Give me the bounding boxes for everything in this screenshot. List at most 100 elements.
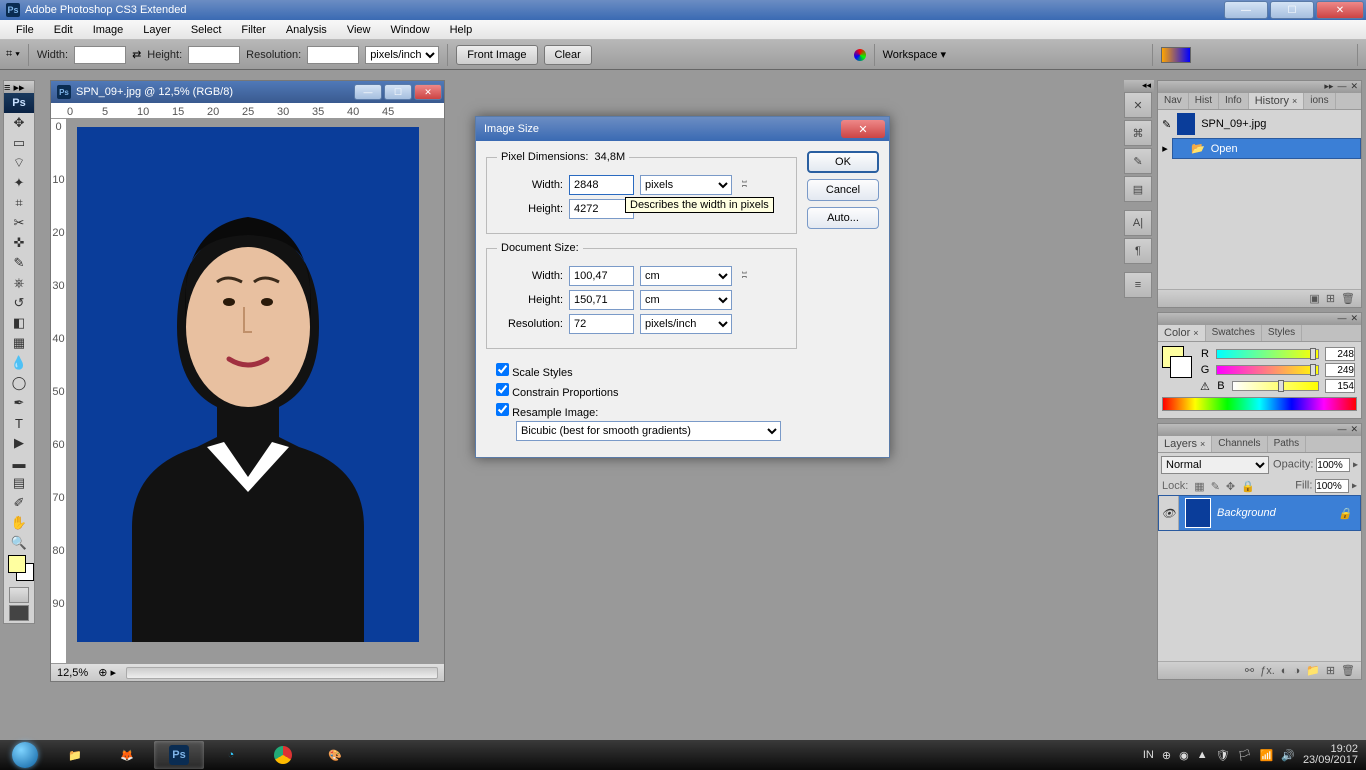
new-snapshot-icon[interactable]: ▣ — [1309, 292, 1319, 305]
lock-position-icon[interactable]: ✥ — [1226, 480, 1235, 493]
resolution-unit[interactable]: pixels/inch — [640, 314, 732, 334]
dock-button[interactable]: ≡ — [1124, 272, 1152, 298]
task-paint[interactable]: 🎨 — [310, 741, 360, 769]
resample-method-select[interactable]: Bicubic (best for smooth gradients) — [516, 421, 781, 441]
menu-filter[interactable]: Filter — [231, 22, 275, 38]
dialog-title-bar[interactable]: Image Size ✕ — [476, 117, 889, 141]
quickmask-button[interactable] — [9, 587, 29, 603]
mask-icon[interactable]: ◐ — [1281, 665, 1288, 677]
new-doc-icon[interactable]: ⊞ — [1326, 292, 1335, 305]
bridge-icon[interactable] — [854, 49, 866, 61]
px-width-input[interactable] — [569, 175, 634, 195]
menu-file[interactable]: File — [6, 22, 44, 38]
tab-styles[interactable]: Styles — [1262, 325, 1302, 341]
stamp-tool[interactable]: ⎈ — [4, 273, 34, 293]
tab-layers[interactable]: Layers× — [1158, 436, 1212, 452]
layer-background[interactable]: 👁 Background 🔒 — [1158, 495, 1361, 531]
vertical-ruler[interactable]: 0102030405060708090 — [51, 119, 67, 663]
new-layer-icon[interactable]: ⊞ — [1326, 664, 1335, 677]
opt-height-input[interactable] — [188, 46, 240, 64]
type-tool[interactable]: T — [4, 413, 34, 433]
palette-grip[interactable]: ≡ ▸▸ — [4, 81, 34, 93]
dock-button[interactable]: ✎ — [1124, 148, 1152, 174]
doc-width-unit[interactable]: cm — [640, 266, 732, 286]
dock-button[interactable]: ⌘ — [1124, 120, 1152, 146]
cancel-button[interactable]: Cancel — [807, 179, 879, 201]
gamut-warning-icon[interactable]: ⚠ — [1200, 380, 1210, 393]
brush-tool[interactable]: ✎ — [4, 253, 34, 273]
doc-height-unit[interactable]: cm — [640, 290, 732, 310]
canvas[interactable] — [67, 119, 444, 663]
lock-all-icon[interactable]: 🔒 — [1241, 480, 1255, 493]
history-state-open[interactable]: 📂Open — [1172, 138, 1361, 159]
tab-info[interactable]: Info — [1219, 93, 1249, 109]
g-input[interactable] — [1325, 363, 1355, 377]
hand-tool[interactable]: ✋ — [4, 513, 34, 533]
wand-tool[interactable]: ✦ — [4, 173, 34, 193]
history-snapshot[interactable]: ✎ SPN_09+.jpg — [1158, 110, 1361, 138]
b-slider[interactable] — [1232, 381, 1319, 391]
clock[interactable]: 19:02 23/09/2017 — [1303, 744, 1358, 766]
tray-icon[interactable]: ▲ — [1197, 749, 1208, 761]
minimize-icon[interactable]: — — [1337, 81, 1346, 93]
swap-icon[interactable]: ⇄ — [132, 48, 141, 61]
tray-icon[interactable]: 📶 — [1260, 749, 1274, 762]
dodge-tool[interactable]: ◯ — [4, 373, 34, 393]
menu-analysis[interactable]: Analysis — [276, 22, 337, 38]
menu-edit[interactable]: Edit — [44, 22, 83, 38]
visibility-icon[interactable]: 👁 — [1159, 496, 1179, 530]
shape-tool[interactable]: ▬ — [4, 453, 34, 473]
constrain-check[interactable]: Constrain Proportions — [496, 381, 797, 401]
minimize-button[interactable]: — — [1224, 1, 1268, 19]
b-input[interactable] — [1325, 379, 1355, 393]
history-brush-tool[interactable]: ↺ — [4, 293, 34, 313]
tab-channels[interactable]: Channels — [1212, 436, 1267, 452]
fg-color-well[interactable] — [8, 555, 26, 573]
resample-check[interactable]: Resample Image: — [496, 401, 797, 421]
menu-layer[interactable]: Layer — [133, 22, 181, 38]
clear-button[interactable]: Clear — [544, 45, 592, 65]
horizontal-ruler[interactable]: 051015202530354045 — [51, 103, 444, 119]
slice-tool[interactable]: ✂ — [4, 213, 34, 233]
minimize-icon[interactable]: — — [1337, 313, 1346, 325]
task-chrome[interactable] — [258, 741, 308, 769]
opt-res-input[interactable] — [307, 46, 359, 64]
px-width-unit[interactable]: pixels — [640, 175, 732, 195]
minimize-icon[interactable]: — — [1337, 424, 1346, 436]
tray-icon[interactable]: 🛡 — [1216, 749, 1230, 762]
close-button[interactable]: ✕ — [1316, 1, 1364, 19]
pen-tool[interactable]: ✒ — [4, 393, 34, 413]
doc-minimize-button[interactable]: — — [354, 84, 382, 100]
trash-icon[interactable]: 🗑 — [1341, 292, 1355, 305]
r-slider[interactable] — [1216, 349, 1319, 359]
blend-mode-select[interactable]: Normal — [1161, 456, 1269, 474]
dock-button[interactable]: A| — [1124, 210, 1152, 236]
scale-styles-check[interactable]: Scale Styles — [496, 361, 797, 381]
dock-button[interactable]: ¶ — [1124, 238, 1152, 264]
menu-help[interactable]: Help — [440, 22, 483, 38]
menu-view[interactable]: View — [337, 22, 381, 38]
adjustment-icon[interactable]: ◑ — [1293, 665, 1300, 677]
auto-button[interactable]: Auto... — [807, 207, 879, 229]
gradient-tool[interactable]: ▦ — [4, 333, 34, 353]
task-photoshop[interactable]: Ps — [154, 741, 204, 769]
lang-indicator[interactable]: IN — [1143, 749, 1154, 761]
doc-height-input[interactable] — [569, 290, 634, 310]
tab-history[interactable]: History× — [1249, 93, 1305, 109]
bg-swatch[interactable] — [1170, 356, 1192, 378]
layer-name[interactable]: Background — [1217, 507, 1276, 519]
lasso-tool[interactable]: ⌔ — [4, 153, 34, 173]
dock-button[interactable]: ✕ — [1124, 92, 1152, 118]
move-tool[interactable]: ✥ — [4, 113, 34, 133]
marquee-tool[interactable]: ▭ — [4, 133, 34, 153]
opt-width-input[interactable] — [74, 46, 126, 64]
workspace-dropdown[interactable]: Workspace ▾ — [883, 48, 946, 61]
doc-maximize-button[interactable]: ☐ — [384, 84, 412, 100]
close-icon[interactable]: ✕ — [1350, 81, 1358, 93]
crop-tool[interactable]: ⌗ — [4, 193, 34, 213]
close-icon[interactable]: ✕ — [1350, 313, 1358, 325]
eraser-tool[interactable]: ◧ — [4, 313, 34, 333]
close-icon[interactable]: ✕ — [1350, 424, 1358, 436]
doc-zoom-readout[interactable]: 12,5% — [57, 667, 88, 679]
color-ramp[interactable] — [1162, 397, 1357, 411]
